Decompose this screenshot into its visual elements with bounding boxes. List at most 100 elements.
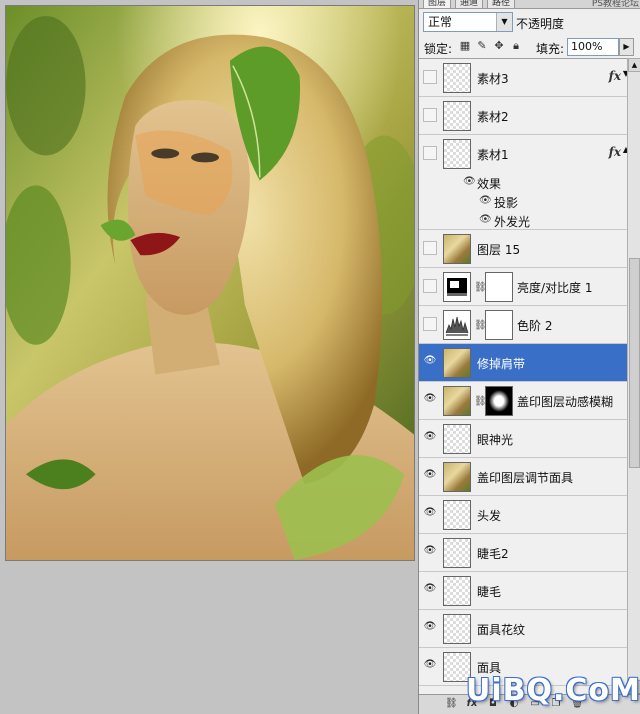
eye-icon[interactable]: 👁︎	[423, 431, 437, 445]
layer-thumbnail	[443, 462, 471, 492]
visibility-toggle[interactable]	[423, 146, 437, 160]
fill-input[interactable]: 100%	[567, 38, 619, 56]
effects-row[interactable]: 👁︎ 效果	[419, 173, 627, 192]
layer-thumbnail	[443, 424, 471, 454]
layer-row[interactable]: 👁︎ 眼神光	[419, 420, 627, 458]
lock-icons: ▦ ✎ ✥ 🔒︎	[459, 40, 522, 52]
visibility-toggle[interactable]	[423, 317, 437, 331]
layer-thumbnail	[443, 614, 471, 644]
eye-icon[interactable]: 👁︎	[423, 469, 437, 483]
layer-name: 面具花纹	[477, 623, 526, 637]
eye-icon[interactable]: 👁︎	[423, 355, 437, 369]
document-canvas[interactable]	[5, 5, 415, 561]
link-icon[interactable]: ⛓	[445, 698, 458, 709]
layer-name: 素材2	[477, 110, 509, 124]
tab-paths[interactable]: 路径	[487, 0, 516, 8]
tab-channels[interactable]: 通道	[455, 0, 484, 8]
opacity-label: 不透明度	[516, 17, 565, 31]
layer-thumbnail	[443, 348, 471, 378]
layer-thumbnail	[443, 538, 471, 568]
eye-icon[interactable]: 👁︎	[423, 659, 437, 673]
visibility-toggle[interactable]	[423, 279, 437, 293]
visibility-toggle[interactable]	[423, 70, 437, 84]
layer-name: 亮度/对比度 1	[517, 281, 593, 295]
watermark-top: PS教程论坛	[591, 0, 639, 9]
layer-row[interactable]: 👁︎ ⛓ 盖印图层动感模糊	[419, 382, 627, 420]
photoshop-window: 图层 通道 路径 PS教程论坛 正常 ▼ 不透明度 锁定: ▦ ✎ ✥ 🔒︎ 填…	[0, 0, 640, 714]
layer-row[interactable]: ⛓ 亮度/对比度 1	[419, 268, 627, 306]
panel-tabbar: 图层 通道 路径 PS教程论坛	[419, 0, 640, 9]
effects-label: 效果	[477, 177, 502, 191]
brush-lock-icon[interactable]: ✎	[476, 40, 488, 52]
blend-row: 正常 ▼ 不透明度	[419, 11, 640, 35]
blend-mode-value: 正常	[428, 15, 453, 29]
portrait-image	[6, 6, 414, 560]
fx-icon[interactable]: fx	[609, 145, 621, 159]
padlock-icon[interactable]: 🔒︎	[510, 40, 522, 52]
layer-row[interactable]: 素材1 fx ▲	[419, 135, 627, 173]
effect-label: 投影	[494, 196, 519, 210]
layer-mask-thumbnail[interactable]	[485, 386, 513, 416]
scrollbar-thumb[interactable]	[629, 258, 640, 468]
layer-row[interactable]: 👁︎ 头发	[419, 496, 627, 534]
layer-row[interactable]: 素材2	[419, 97, 627, 135]
eye-icon[interactable]: 👁︎	[423, 621, 437, 635]
layer-thumbnail	[443, 139, 471, 169]
layer-row[interactable]: 👁︎ 睫毛2	[419, 534, 627, 572]
lock-label: 锁定:	[424, 42, 453, 56]
layer-name: 色阶 2	[517, 319, 553, 333]
effect-item[interactable]: 👁︎ 投影	[419, 192, 627, 211]
eye-icon[interactable]: 👁︎	[423, 507, 437, 521]
visibility-toggle[interactable]	[423, 108, 437, 122]
layer-thumbnail	[443, 500, 471, 530]
visibility-toggle[interactable]	[423, 241, 437, 255]
layer-name: 眼神光	[477, 433, 514, 447]
move-lock-icon[interactable]: ✥	[493, 40, 505, 52]
layer-name: 盖印图层动感模糊	[517, 395, 614, 409]
canvas-area	[0, 0, 418, 714]
layer-name: 盖印图层调节面具	[477, 471, 574, 485]
layer-mask-thumbnail[interactable]	[485, 310, 513, 340]
layer-row[interactable]: 👁︎ 睫毛	[419, 572, 627, 610]
layer-name: 图层 15	[477, 243, 521, 257]
layers-panel: 图层 通道 路径 PS教程论坛 正常 ▼ 不透明度 锁定: ▦ ✎ ✥ 🔒︎ 填…	[418, 0, 640, 714]
layer-thumbnail	[443, 101, 471, 131]
layer-thumbnail	[443, 63, 471, 93]
fill-label: 填充:	[536, 42, 565, 56]
layer-row[interactable]: 图层 15	[419, 230, 627, 268]
effect-item[interactable]: 👁︎ 外发光	[419, 211, 627, 230]
watermark-logo: UiBQ.CoM	[466, 673, 640, 708]
layer-mask-thumbnail[interactable]	[485, 272, 513, 302]
scroll-up-icon[interactable]: ▲	[628, 58, 640, 72]
layer-name: 修掉肩带	[477, 357, 526, 371]
eye-icon[interactable]: 👁︎	[423, 583, 437, 597]
chevron-down-icon[interactable]: ▼	[496, 13, 512, 31]
fill-arrow-icon[interactable]: ▶	[619, 38, 634, 56]
layer-row-selected[interactable]: 👁︎ 修掉肩带	[419, 344, 627, 382]
layer-row[interactable]: ⛓ 色阶 2	[419, 306, 627, 344]
layer-name: 素材1	[477, 148, 509, 162]
layers-list: 素材3 fx ▼ 素材2 素材1 fx ▲ 👁︎ 效果 👁︎	[419, 58, 627, 694]
layer-name: 素材3	[477, 72, 509, 86]
layer-row[interactable]: 👁︎ 盖印图层调节面具	[419, 458, 627, 496]
effect-label: 外发光	[494, 215, 531, 229]
eye-icon[interactable]: 👁︎	[423, 393, 437, 407]
blend-mode-select[interactable]: 正常 ▼	[423, 12, 513, 32]
fx-icon[interactable]: fx	[609, 69, 621, 83]
layer-thumbnail	[443, 386, 471, 416]
layer-row[interactable]: 👁︎ 面具花纹	[419, 610, 627, 648]
brightness-contrast-icon	[443, 272, 471, 302]
eye-icon[interactable]: 👁︎	[423, 545, 437, 559]
checkerboard-lock-icon[interactable]: ▦	[459, 40, 471, 52]
eye-icon[interactable]: 👁︎	[479, 214, 492, 225]
layer-name: 睫毛2	[477, 547, 509, 561]
levels-icon	[443, 310, 471, 340]
layer-name: 头发	[477, 509, 502, 523]
eye-icon[interactable]: 👁︎	[463, 176, 476, 187]
layer-name: 睫毛	[477, 585, 502, 599]
layers-scrollbar[interactable]: ▲ ▼	[627, 58, 640, 694]
layer-thumbnail	[443, 576, 471, 606]
layer-row[interactable]: 素材3 fx ▼	[419, 59, 627, 97]
tab-layers[interactable]: 图层	[423, 0, 452, 8]
eye-icon[interactable]: 👁︎	[479, 195, 492, 206]
